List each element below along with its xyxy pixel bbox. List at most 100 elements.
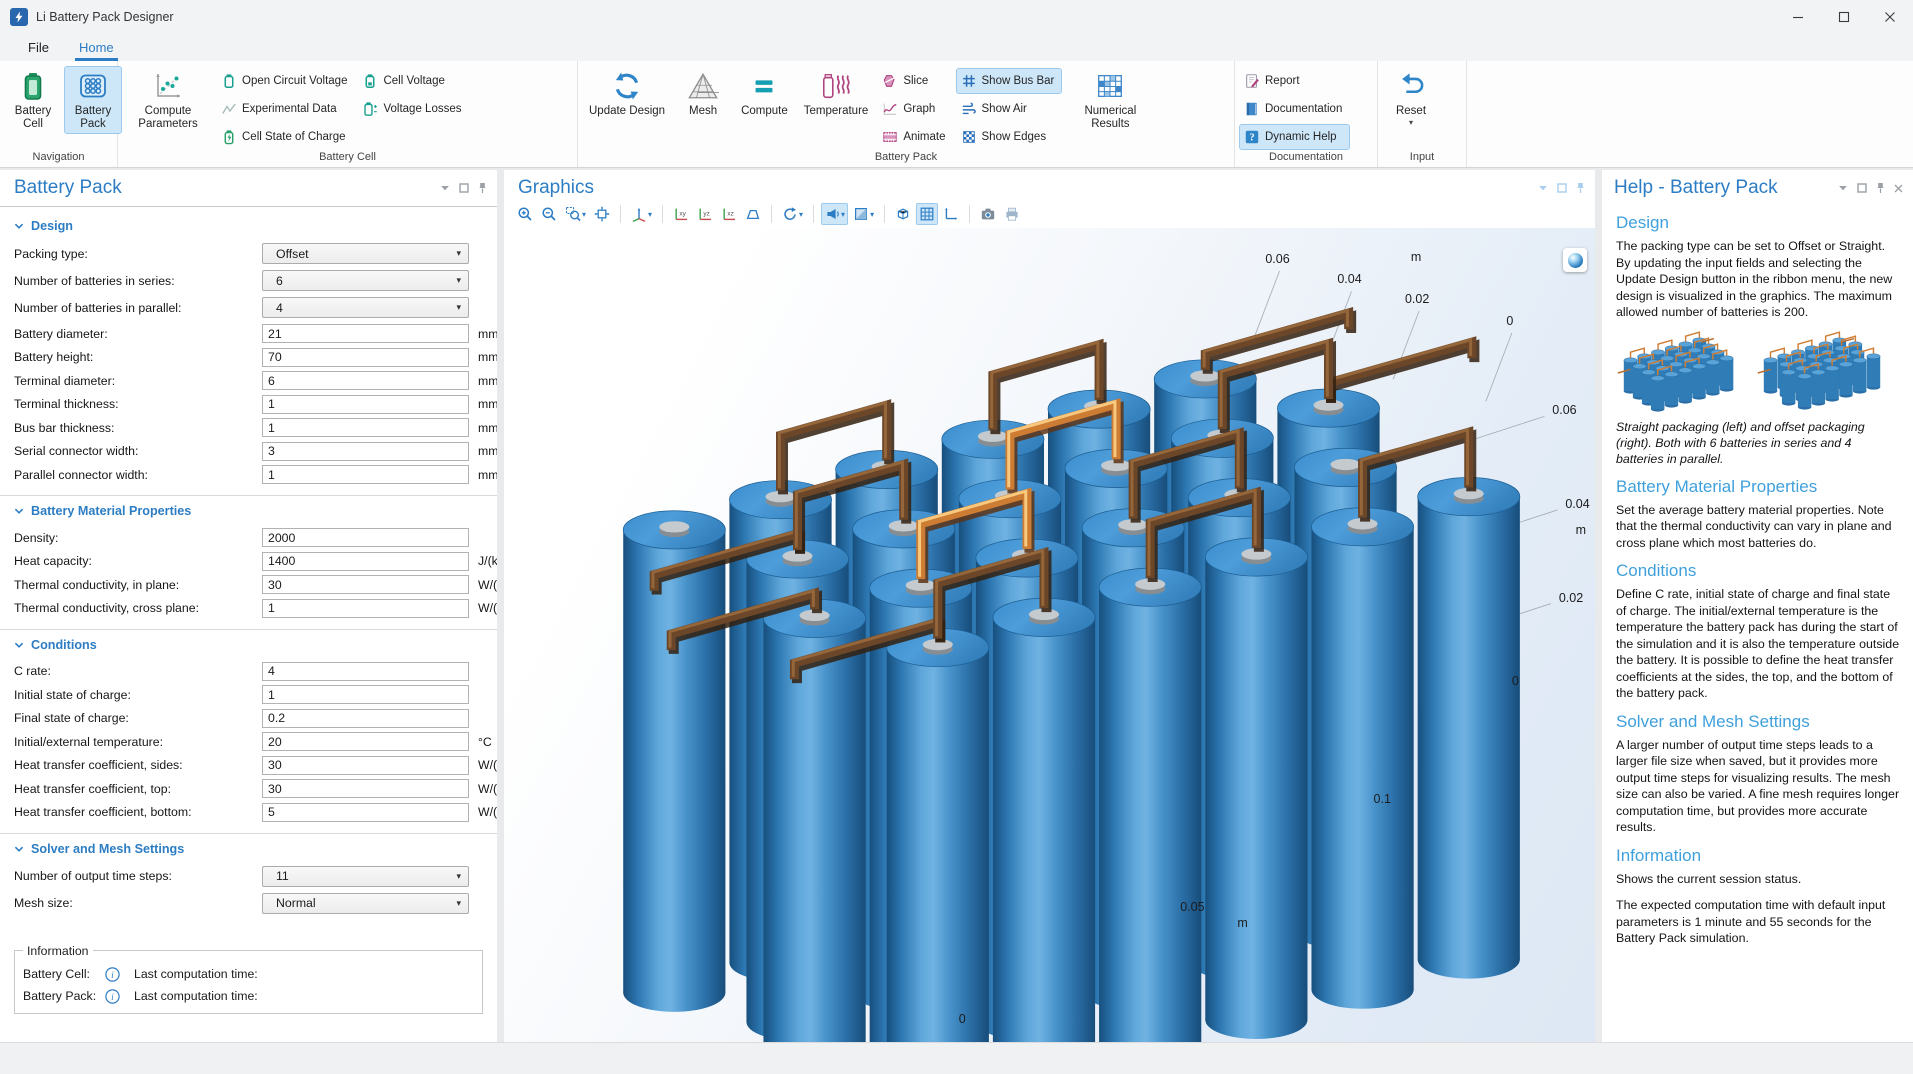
packing-type-dropdown[interactable]: Offset▾ <box>262 243 469 264</box>
ribbon-button-show-edges[interactable]: Show Edges <box>956 124 1063 150</box>
thermal-conductivity-cross-plane-input[interactable]: 1 <box>262 599 469 618</box>
terminal-thickness-input[interactable]: 1 <box>262 395 469 414</box>
left-splitter[interactable] <box>497 170 504 1042</box>
heat-transfer-coefficient-bottom-input[interactable]: 5 <box>262 803 469 822</box>
ribbon-button-mesh[interactable]: Mesh <box>674 66 732 121</box>
parallel-connector-width-input[interactable]: 1 <box>262 465 469 484</box>
ribbon-button-graph[interactable]: Graph <box>877 96 953 122</box>
view-yz-button[interactable]: yz <box>694 203 716 225</box>
ribbon-button-battery-pack[interactable]: Battery Pack <box>64 66 122 134</box>
final-state-of-charge-input[interactable]: 0.2 <box>262 709 469 728</box>
maximize-button[interactable] <box>1821 0 1867 33</box>
thermal-conductivity-in-plane-input[interactable]: 30 <box>262 575 469 594</box>
battery-diameter-input[interactable]: 21 <box>262 324 469 343</box>
form-row: Parallel connector width:1mm <box>14 465 483 484</box>
form-row: Thermal conductivity, cross plane:1W/(m·… <box>14 599 483 618</box>
view-xy-button[interactable]: xy <box>670 203 692 225</box>
ribbon-button-documentation[interactable]: Documentation <box>1239 96 1350 122</box>
panel-menu-chevron-icon[interactable] <box>1538 184 1548 192</box>
minimize-button[interactable] <box>1775 0 1821 33</box>
section-header-solver-and-mesh-settings[interactable]: Solver and Mesh Settings <box>14 842 483 856</box>
panel-menu-chevron-icon[interactable] <box>1838 184 1848 192</box>
axis-tick-label: 0.05 <box>1180 900 1204 914</box>
print-button[interactable] <box>1001 203 1023 225</box>
unit-label: °C <box>478 735 492 749</box>
section-header-battery-material-properties[interactable]: Battery Material Properties <box>14 504 483 518</box>
ribbon-button-slice[interactable]: Slice <box>877 68 953 94</box>
zoom-out-button[interactable] <box>538 203 560 225</box>
rotate-button[interactable]: ▾ <box>779 203 806 225</box>
ribbon-button-voltage-losses[interactable]: Voltage Losses <box>357 96 469 122</box>
show-grid-button[interactable] <box>916 203 938 225</box>
info-icon[interactable]: i <box>105 967 120 982</box>
form-row: Number of batteries in series:6▾ <box>14 270 483 291</box>
panel-maximize-icon[interactable] <box>1857 183 1867 193</box>
heat-capacity-input[interactable]: 1400 <box>262 552 469 571</box>
go-to-default-3d-view-button[interactable] <box>1563 248 1587 272</box>
panel-pin-icon[interactable] <box>478 182 487 194</box>
menu-tab-home[interactable]: Home <box>77 36 116 61</box>
number-of-output-time-steps-dropdown[interactable]: 11▾ <box>262 866 469 887</box>
panel-pin-icon[interactable] <box>1876 182 1885 194</box>
graphics-3d-canvas[interactable]: 0.060.04m0.0200.060.04m0.0200.10.05m0 <box>504 228 1595 1042</box>
wireframe-button[interactable] <box>892 203 914 225</box>
ribbon-button-open-circuit-voltage[interactable]: Open Circuit Voltage <box>216 68 355 94</box>
zoom-extents-button[interactable] <box>591 203 613 225</box>
ribbon-button-show-bus-bar[interactable]: Show Bus Bar <box>956 68 1063 94</box>
ribbon-button-show-air[interactable]: Show Air <box>956 96 1063 122</box>
panel-close-icon[interactable] <box>1894 184 1903 193</box>
ribbon-button-experimental-data[interactable]: Experimental Data <box>216 96 355 122</box>
right-splitter[interactable] <box>1595 170 1602 1042</box>
ribbon-button-update-design[interactable]: Update Design <box>582 66 672 121</box>
ribbon-button-numerical-results[interactable]: Numerical Results <box>1064 66 1156 134</box>
ribbon-button-report[interactable]: Report <box>1239 68 1350 94</box>
bus-bar-thickness-input[interactable]: 1 <box>262 418 469 437</box>
initial-state-of-charge-input[interactable]: 1 <box>262 685 469 704</box>
zoom-box-button[interactable]: ▾ <box>562 203 589 225</box>
close-button[interactable] <box>1867 0 1913 33</box>
section-divider <box>0 833 497 834</box>
ribbon-button-animate[interactable]: Animate <box>877 124 953 150</box>
c-rate-input[interactable]: 4 <box>262 662 469 681</box>
number-of-batteries-in-series-dropdown[interactable]: 6▾ <box>262 270 469 291</box>
ribbon-button-label: Update Design <box>589 105 665 118</box>
heat-transfer-coefficient-sides-input[interactable]: 30 <box>262 756 469 775</box>
ribbon-button-compute[interactable]: Compute <box>734 66 795 121</box>
ribbon-button-cell-voltage[interactable]: Cell Voltage <box>357 68 469 94</box>
panel-menu-chevron-icon[interactable] <box>440 184 450 192</box>
view-xz-button[interactable]: xz <box>718 203 740 225</box>
transparency-button[interactable]: ▾ <box>850 203 877 225</box>
perspective-button[interactable] <box>742 203 764 225</box>
menu-tab-file[interactable]: File <box>26 36 51 61</box>
screenshot-button[interactable] <box>977 203 999 225</box>
terminal-diameter-input[interactable]: 6 <box>262 371 469 390</box>
zoom-in-button[interactable] <box>514 203 536 225</box>
panel-pin-icon[interactable] <box>1576 182 1585 194</box>
panel-maximize-icon[interactable] <box>459 183 469 193</box>
svg-text:xz: xz <box>727 211 733 218</box>
ribbon-button-battery-cell[interactable]: Battery Cell <box>4 66 62 134</box>
heat-transfer-coefficient-top-input[interactable]: 30 <box>262 779 469 798</box>
ribbon-button-reset[interactable]: Reset▾ <box>1382 66 1440 128</box>
section-header-conditions[interactable]: Conditions <box>14 638 483 652</box>
ribbon-button-compute-parameters[interactable]: Compute Parameters <box>122 66 214 134</box>
input-value: 30 <box>263 758 282 772</box>
ribbon-button-dynamic-help[interactable]: ?Dynamic Help <box>1239 124 1350 150</box>
ribbon-button-label: Numerical Results <box>1071 105 1149 131</box>
section-header-design[interactable]: Design <box>14 219 483 233</box>
go-to-default-view-button[interactable]: ▾ <box>628 203 655 225</box>
collapse-chevron-icon <box>14 222 24 230</box>
info-icon[interactable]: i <box>105 989 120 1004</box>
scene-light-button[interactable]: ▾ <box>821 203 848 225</box>
mesh-size-dropdown[interactable]: Normal▾ <box>262 893 469 914</box>
show-axis-button[interactable] <box>940 203 962 225</box>
ribbon-button-cell-state-of-charge[interactable]: Cell State of Charge <box>216 124 355 150</box>
density-input[interactable]: 2000 <box>262 528 469 547</box>
number-of-batteries-in-parallel-dropdown[interactable]: 4▾ <box>262 297 469 318</box>
battery-height-input[interactable]: 70 <box>262 348 469 367</box>
ribbon-button-temperature[interactable]: Temperature <box>797 66 876 121</box>
serial-connector-width-input[interactable]: 3 <box>262 442 469 461</box>
panel-maximize-icon[interactable] <box>1557 183 1567 193</box>
initial-external-temperature-input[interactable]: 20 <box>262 732 469 751</box>
ribbon-button-label: Animate <box>903 131 945 143</box>
